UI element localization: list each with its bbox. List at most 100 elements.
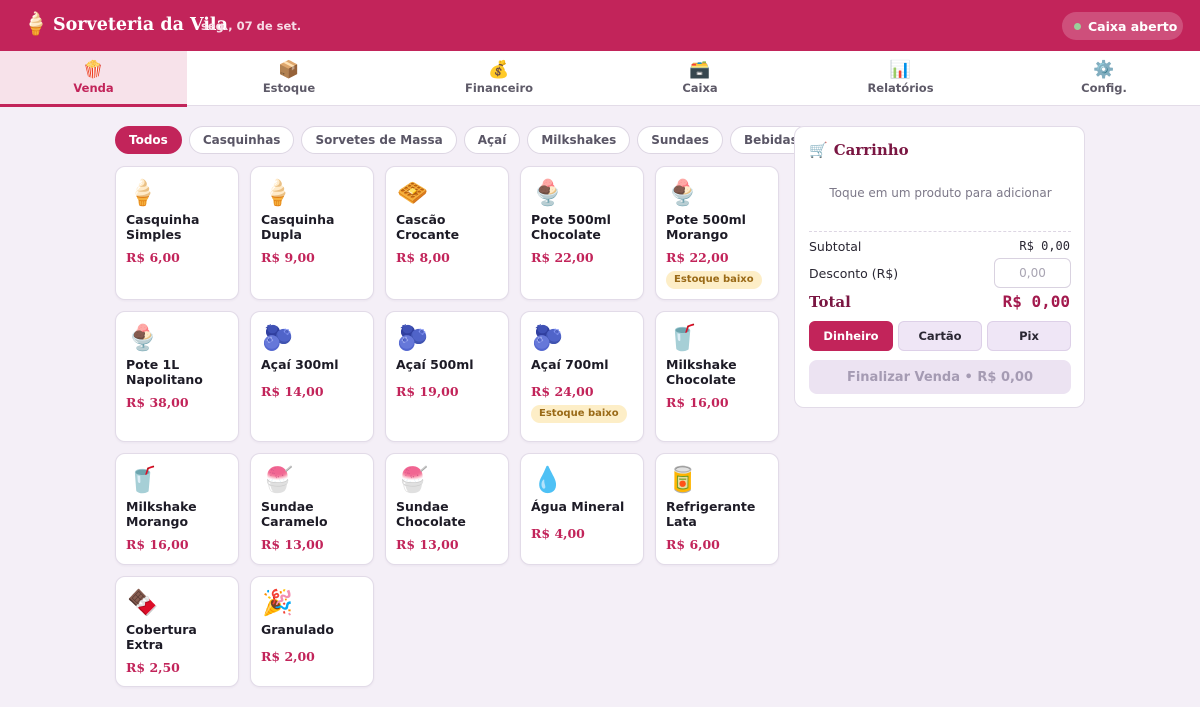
tab-venda[interactable]: 🍿 Venda	[0, 51, 187, 107]
payment-pix-button[interactable]: Pix	[987, 321, 1071, 351]
product-card-milkshake-chocolate[interactable]: 🥤 Milkshake Chocolate R$ 16,00	[655, 311, 779, 442]
product-name: Sundae Caramelo	[261, 499, 328, 529]
product-price: R$ 16,00	[126, 537, 189, 552]
filter-acai[interactable]: Açaí	[463, 126, 521, 154]
cart-header: 🛒 Carrinho	[809, 141, 909, 159]
product-card-cascao-crocante[interactable]: 🧇 Cascão Crocante R$ 8,00	[385, 166, 509, 300]
product-card-cobertura-extra[interactable]: 🍫 Cobertura Extra R$ 2,50	[115, 576, 239, 687]
product-name: Refrigerante Lata	[666, 499, 756, 529]
cart-panel: 🛒 Carrinho Toque em um produto para adic…	[794, 126, 1085, 408]
product-card-acai-300ml[interactable]: 🫐 Açaí 300ml R$ 14,00	[250, 311, 374, 442]
ice-cream-cone-icon: 🍦	[127, 178, 159, 207]
filter-casquinhas[interactable]: Casquinhas	[188, 126, 295, 154]
product-card-agua-mineral[interactable]: 💧 Água Mineral R$ 4,00	[520, 453, 644, 565]
product-card-casquinha-dupla[interactable]: 🍦 Casquinha Dupla R$ 9,00	[250, 166, 374, 300]
tab-relatorios[interactable]: 📊 Relatórios	[793, 51, 1008, 106]
product-name: Cobertura Extra	[126, 622, 197, 652]
tab-financeiro[interactable]: 💰 Financeiro	[391, 51, 607, 106]
tab-caixa[interactable]: 🗃️ Caixa	[607, 51, 793, 106]
product-price: R$ 13,00	[261, 537, 324, 552]
subtotal-label: Subtotal	[809, 239, 862, 254]
product-card-pote-500ml-chocolate[interactable]: 🍨 Pote 500ml Chocolate R$ 22,00	[520, 166, 644, 300]
product-name: Granulado	[261, 622, 334, 637]
product-card-sundae-caramelo[interactable]: 🍧 Sundae Caramelo R$ 13,00	[250, 453, 374, 565]
product-card-acai-500ml[interactable]: 🫐 Açaí 500ml R$ 19,00	[385, 311, 509, 442]
finalize-sale-button[interactable]: Finalizar Venda • R$ 0,00	[809, 360, 1071, 394]
product-name: Cascão Crocante	[396, 212, 460, 242]
product-price: R$ 6,00	[666, 537, 720, 552]
product-name: Açaí 300ml	[261, 357, 339, 372]
cash-status-label: Caixa aberto	[1088, 18, 1178, 34]
cup-with-straw-icon: 🥤	[667, 323, 699, 352]
product-card-milkshake-morango[interactable]: 🥤 Milkshake Morango R$ 16,00	[115, 453, 239, 565]
waffle-icon: 🧇	[397, 178, 429, 207]
product-price: R$ 9,00	[261, 250, 315, 265]
blueberries-icon: 🫐	[262, 323, 294, 352]
product-name: Milkshake Chocolate	[666, 357, 737, 387]
product-price: R$ 4,00	[531, 526, 585, 541]
status-dot-icon	[1074, 22, 1081, 30]
tab-label: Caixa	[682, 81, 718, 95]
product-card-sundae-chocolate[interactable]: 🍧 Sundae Chocolate R$ 13,00	[385, 453, 509, 565]
product-price: R$ 6,00	[126, 250, 180, 265]
tab-label: Config.	[1081, 81, 1127, 95]
product-card-refrigerante-lata[interactable]: 🥫 Refrigerante Lata R$ 6,00	[655, 453, 779, 565]
filter-sorvetes-de-massa[interactable]: Sorvetes de Massa	[301, 126, 457, 154]
cart-divider	[809, 231, 1071, 232]
cart-title: Carrinho	[833, 141, 909, 159]
product-card-acai-700ml[interactable]: 🫐 Açaí 700ml R$ 24,00 Estoque baixo	[520, 311, 644, 442]
product-name: Casquinha Dupla	[261, 212, 335, 242]
product-price: R$ 2,00	[261, 649, 315, 664]
current-date: seg., 07 de set.	[201, 19, 302, 33]
product-price: R$ 24,00	[531, 384, 594, 399]
cash-status-badge[interactable]: Caixa aberto	[1062, 12, 1183, 40]
party-popper-icon: 🎉	[262, 588, 294, 617]
tab-label: Venda	[73, 81, 114, 95]
gear-icon: ⚙️	[1093, 60, 1115, 80]
tab-config[interactable]: ⚙️ Config.	[1008, 51, 1200, 106]
low-stock-badge: Estoque baixo	[531, 405, 627, 423]
chocolate-bar-icon: 🍫	[127, 588, 159, 617]
shaved-ice-icon: 🍧	[397, 465, 429, 494]
shaved-ice-icon: 🍧	[262, 465, 294, 494]
product-name: Açaí 700ml	[531, 357, 609, 372]
bar-chart-icon: 📊	[889, 60, 912, 80]
product-name: Pote 500ml Morango	[666, 212, 746, 242]
ice-cream-bowl-icon: 🍨	[532, 178, 564, 207]
product-price: R$ 19,00	[396, 384, 459, 399]
product-name: Açaí 500ml	[396, 357, 474, 372]
cup-with-straw-icon: 🥤	[127, 465, 159, 494]
product-price: R$ 22,00	[666, 250, 729, 265]
popcorn-icon: 🍿	[82, 60, 105, 80]
filter-milkshakes[interactable]: Milkshakes	[527, 126, 631, 154]
product-name: Sundae Chocolate	[396, 499, 466, 529]
filter-sundaes[interactable]: Sundaes	[637, 126, 723, 154]
package-icon: 📦	[278, 60, 300, 80]
tab-estoque[interactable]: 📦 Estoque	[187, 51, 391, 106]
tab-label: Relatórios	[867, 81, 934, 95]
discount-label: Desconto (R$)	[809, 266, 899, 281]
product-price: R$ 38,00	[126, 395, 189, 410]
money-bag-icon: 💰	[488, 60, 510, 80]
category-filters: Todos Casquinhas Sorvetes de Massa Açaí …	[115, 126, 812, 154]
product-card-pote-1l-napolitano[interactable]: 🍨 Pote 1L Napolitano R$ 38,00	[115, 311, 239, 442]
main-nav: 🍿 Venda 📦 Estoque 💰 Financeiro 🗃️ Caixa …	[0, 51, 1200, 107]
ice-cream-icon: 🍦	[22, 12, 50, 37]
payment-dinheiro-button[interactable]: Dinheiro	[809, 321, 893, 351]
discount-input[interactable]	[994, 258, 1071, 288]
product-price: R$ 13,00	[396, 537, 459, 552]
product-name: Água Mineral	[531, 499, 625, 514]
product-name: Casquinha Simples	[126, 212, 200, 242]
product-card-casquinha-simples[interactable]: 🍦 Casquinha Simples R$ 6,00	[115, 166, 239, 300]
subtotal-value: R$ 0,00	[1019, 239, 1070, 253]
product-name: Milkshake Morango	[126, 499, 197, 529]
ice-cream-bowl-icon: 🍨	[127, 323, 159, 352]
ice-cream-cone-icon: 🍦	[262, 178, 294, 207]
product-card-pote-500ml-morango[interactable]: 🍨 Pote 500ml Morango R$ 22,00 Estoque ba…	[655, 166, 779, 300]
payment-cartao-button[interactable]: Cartão	[898, 321, 982, 351]
filter-todos[interactable]: Todos	[115, 126, 182, 154]
blueberries-icon: 🫐	[532, 323, 564, 352]
card-box-icon: 🗃️	[689, 60, 711, 80]
ice-cream-bowl-icon: 🍨	[667, 178, 699, 207]
product-card-granulado[interactable]: 🎉 Granulado R$ 2,00	[250, 576, 374, 687]
